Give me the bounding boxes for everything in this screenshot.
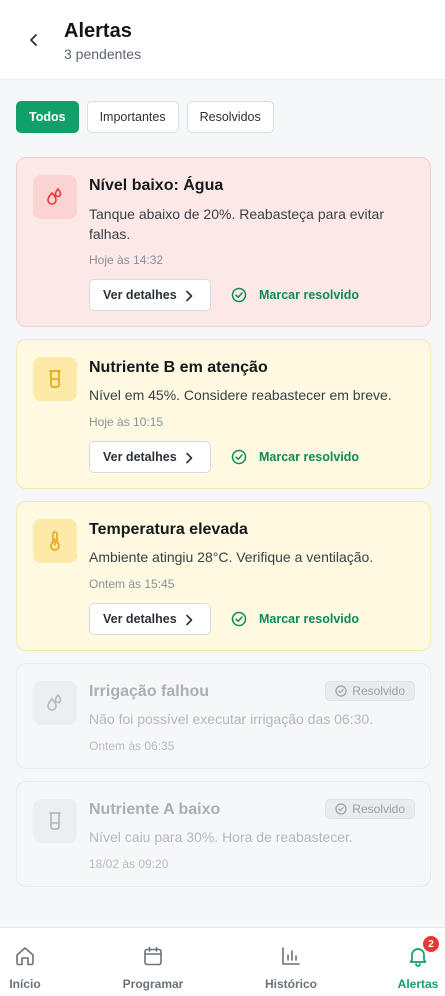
alert-card-nutrient-a[interactable]: Nutriente A baixo Resolvido Nível caiu p… [16, 781, 431, 887]
nav-item-alerts[interactable]: 2 Alertas [392, 928, 444, 996]
beaker-icon [33, 799, 77, 843]
mark-resolved-button[interactable]: Marcar resolvido [231, 611, 359, 627]
alert-time: Ontem às 15:45 [89, 577, 175, 591]
alert-time: Ontem às 06:35 [89, 739, 175, 753]
chevron-right-icon [186, 614, 193, 626]
alert-description: Não foi possível executar irrigação das … [89, 711, 374, 727]
view-details-button[interactable]: Ver detalhes [89, 441, 211, 473]
chevron-left-icon [30, 34, 37, 46]
water-drops-icon [33, 175, 77, 219]
resolved-badge-label: Resolvido [352, 802, 405, 816]
filter-important[interactable]: Importantes [86, 101, 179, 133]
mark-resolved-button[interactable]: Marcar resolvido [231, 287, 359, 303]
notification-count-badge: 2 [423, 936, 439, 952]
check-circle-icon [231, 611, 247, 627]
page-title: Alertas [64, 20, 132, 42]
view-details-button[interactable]: Ver detalhes [89, 279, 211, 311]
check-circle-icon [335, 685, 347, 697]
alert-card-water-low: Nível baixo: Água Tanque abaixo de 20%. … [16, 157, 431, 327]
alert-time: 18/02 às 09:20 [89, 857, 169, 871]
resolved-badge: Resolvido [325, 799, 415, 819]
alert-title: Irrigação falhou [89, 683, 210, 700]
bar-chart-icon [280, 944, 302, 968]
view-details-button[interactable]: Ver detalhes [89, 603, 211, 635]
alert-card-nutrient-b: Nutriente B em atenção Nível em 45%. Con… [16, 339, 431, 489]
nav-item-home[interactable]: Início [0, 928, 50, 996]
nav-label: Programar [122, 977, 184, 991]
filter-tabs: Todos Importantes Resolvidos [16, 101, 274, 133]
mark-resolved-label: Marcar resolvido [259, 450, 360, 464]
beaker-icon [33, 357, 77, 401]
filter-resolved[interactable]: Resolvidos [186, 101, 274, 133]
water-drops-icon [33, 681, 77, 725]
page-subtitle: 3 pendentes [64, 46, 142, 62]
check-circle-icon [231, 449, 247, 465]
nav-item-schedule[interactable]: Programar [118, 928, 188, 996]
nav-item-history[interactable]: Histórico [260, 928, 322, 996]
back-button[interactable] [22, 28, 46, 52]
check-circle-icon [335, 803, 347, 815]
home-icon [14, 944, 36, 968]
chevron-right-icon [186, 452, 193, 464]
alert-title: Nutriente A baixo [89, 801, 221, 818]
thermometer-icon [33, 519, 77, 563]
resolved-badge: Resolvido [325, 681, 415, 701]
alert-title: Nutriente B em atenção [89, 359, 268, 376]
nav-label: Início [9, 977, 41, 991]
alert-description: Tanque abaixo de 20%. Reabasteça para ev… [89, 206, 384, 242]
nav-label: Histórico [264, 977, 317, 991]
alert-time: Hoje às 10:15 [89, 415, 164, 429]
chevron-right-icon [186, 290, 193, 302]
alert-title: Nível baixo: Água [89, 177, 224, 194]
view-details-label: Ver detalhes [103, 450, 177, 464]
resolved-badge-label: Resolvido [352, 684, 405, 698]
alert-title: Temperatura elevada [89, 521, 248, 538]
view-details-label: Ver detalhes [103, 288, 177, 302]
bottom-nav: Início Programar Histórico 2 Alertas [0, 927, 445, 996]
alert-card-temperature: Temperatura elevada Ambiente atingiu 28°… [16, 501, 431, 651]
mark-resolved-label: Marcar resolvido [259, 288, 360, 302]
app-header: Alertas 3 pendentes [0, 0, 445, 80]
calendar-icon [142, 944, 164, 968]
alert-card-irrigation[interactable]: Irrigação falhou Resolvido Não foi possí… [16, 663, 431, 769]
bell-icon: 2 [407, 936, 439, 968]
alert-description: Ambiente atingiu 28°C. Verifique a venti… [89, 549, 374, 565]
alert-description: Nível caiu para 30%. Hora de reabastecer… [89, 829, 353, 845]
alert-description: Nível em 45%. Considere reabastecer em b… [89, 387, 392, 403]
filter-all[interactable]: Todos [16, 101, 79, 133]
view-details-label: Ver detalhes [103, 612, 177, 626]
check-circle-icon [231, 287, 247, 303]
mark-resolved-label: Marcar resolvido [259, 612, 360, 626]
mark-resolved-button[interactable]: Marcar resolvido [231, 449, 359, 465]
alert-time: Hoje às 14:32 [89, 253, 164, 267]
nav-label: Alertas [397, 977, 439, 991]
